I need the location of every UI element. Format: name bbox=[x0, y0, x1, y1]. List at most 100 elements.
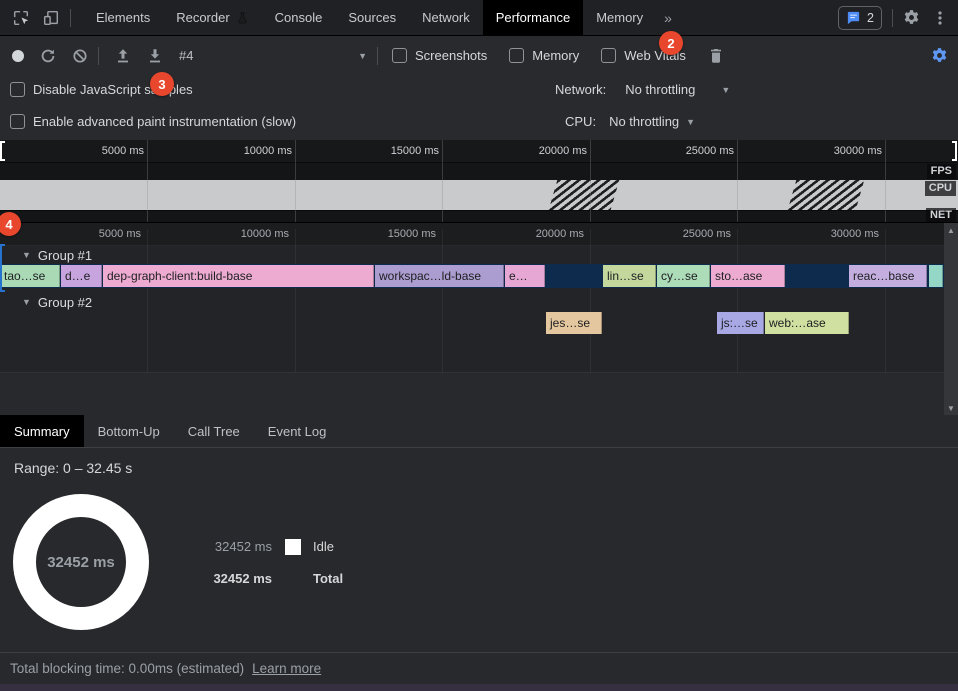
group-header[interactable]: ▼Group #1 bbox=[0, 246, 944, 264]
tab-network[interactable]: Network bbox=[409, 0, 483, 36]
devtools-window: Elements Recorder ConsoleSources Network Per… bbox=[0, 0, 958, 691]
fps-lane-label: FPS bbox=[927, 164, 956, 179]
network-throttle-select[interactable]: No throttling bbox=[625, 82, 695, 97]
scroll-down-icon[interactable]: ▼ bbox=[947, 404, 955, 413]
overview-right-handle[interactable] bbox=[952, 141, 957, 161]
overview-grid-line bbox=[885, 140, 886, 222]
details-tab-summary[interactable]: Summary bbox=[0, 415, 84, 447]
issues-chat-chip[interactable]: 2 bbox=[838, 6, 882, 30]
flame-event-bar[interactable]: js:…se bbox=[717, 312, 764, 334]
divider bbox=[98, 47, 99, 65]
overview-left-handle[interactable] bbox=[0, 141, 5, 161]
flame-tick-label: 15000 ms bbox=[352, 223, 436, 246]
trash-icon[interactable] bbox=[708, 48, 724, 64]
overview-grid-line bbox=[147, 140, 148, 222]
overview-ruler: 5000 ms10000 ms15000 ms20000 ms25000 ms3… bbox=[0, 140, 958, 163]
flame-event-bar[interactable]: jes…se bbox=[546, 312, 602, 334]
overview-grid-line bbox=[442, 140, 443, 222]
panel-tabs: Elements Recorder ConsoleSources Network Per… bbox=[83, 0, 656, 36]
legend-value: 32452 ms bbox=[207, 571, 272, 586]
flame-event-bar[interactable]: reac…base bbox=[849, 265, 927, 287]
flame-event-bar[interactable]: tao…se bbox=[0, 265, 60, 287]
tab-console[interactable]: Console bbox=[262, 0, 336, 36]
inspect-icon[interactable] bbox=[12, 9, 30, 27]
details-tab-bottom-up[interactable]: Bottom-Up bbox=[84, 415, 174, 447]
range-label: Range: 0 – 32.45 s bbox=[14, 460, 132, 476]
capture-settings-gear-icon[interactable] bbox=[931, 47, 948, 64]
group-header[interactable]: ▼ Group #2 bbox=[0, 293, 944, 311]
overview-grid-line bbox=[737, 140, 738, 222]
save-profile-icon[interactable] bbox=[147, 48, 163, 64]
flame-tick-label: 10000 ms bbox=[205, 223, 289, 246]
flame-event-bar[interactable]: d…e bbox=[61, 265, 102, 287]
flame-event-bar[interactable]: web:…ase bbox=[765, 312, 849, 334]
checkbox-label: Memory bbox=[532, 48, 579, 63]
learn-more-link[interactable]: Learn more bbox=[252, 661, 321, 676]
tab-label: Memory bbox=[596, 10, 643, 25]
flame-scrollbar[interactable]: ▲ ▼ bbox=[944, 223, 958, 416]
chevron-down-icon[interactable]: ▼ bbox=[721, 85, 730, 95]
load-profile-icon[interactable] bbox=[115, 48, 131, 64]
tab-sources[interactable]: Sources bbox=[335, 0, 409, 36]
checkbox-box bbox=[509, 48, 524, 63]
checkbox-box bbox=[10, 82, 25, 97]
tab-elements[interactable]: Elements bbox=[83, 0, 163, 36]
more-options-icon[interactable] bbox=[932, 10, 948, 26]
footer-bar: Total blocking time: 0.00ms (estimated) … bbox=[0, 652, 958, 684]
flame-event-bar[interactable] bbox=[929, 265, 943, 287]
memory-checkbox[interactable]: Memory bbox=[509, 48, 579, 63]
group-name: Group #2 bbox=[38, 295, 92, 310]
total-blocking-time-text: Total blocking time: 0.00ms (estimated) bbox=[10, 661, 244, 676]
tab-performance[interactable]: Performance bbox=[483, 0, 583, 36]
flame-event-bar[interactable]: sto…ase bbox=[711, 265, 785, 287]
beaker-icon bbox=[236, 11, 249, 25]
more-tabs-chevron[interactable]: » bbox=[656, 10, 680, 26]
desktop-strip bbox=[0, 684, 958, 691]
tab-recorder[interactable]: Recorder bbox=[163, 0, 261, 36]
divider bbox=[892, 9, 893, 27]
settings-gear-icon[interactable] bbox=[903, 9, 920, 26]
clear-icon[interactable] bbox=[72, 48, 88, 64]
details-tab-event-log[interactable]: Event Log bbox=[254, 415, 341, 447]
flame-chart[interactable]: 5000 ms10000 ms15000 ms20000 ms25000 ms3… bbox=[0, 222, 958, 415]
flame-lower-pane bbox=[0, 372, 944, 416]
tab-memory[interactable]: Memory bbox=[583, 0, 656, 36]
scroll-up-icon[interactable]: ▲ bbox=[947, 226, 955, 235]
overview-cpu-band bbox=[0, 180, 958, 210]
chevron-down-icon[interactable]: ▼ bbox=[686, 117, 695, 127]
timeline-overview[interactable]: 5000 ms10000 ms15000 ms20000 ms25000 ms3… bbox=[0, 140, 958, 222]
checkbox-label: Screenshots bbox=[415, 48, 487, 63]
triangle-down-icon[interactable]: ▼ bbox=[22, 250, 31, 260]
net-lane-label: NET bbox=[926, 208, 956, 223]
details-tab-call-tree[interactable]: Call Tree bbox=[174, 415, 254, 447]
capture-options: Disable JavaScript samples Enable advanc… bbox=[0, 75, 958, 140]
overview-tick-label: 30000 ms bbox=[798, 140, 882, 163]
cpu-throttle-select[interactable]: No throttling bbox=[609, 114, 679, 129]
divider bbox=[70, 9, 71, 27]
cpu-throttle-label: CPU: bbox=[565, 114, 596, 129]
summary-pane: Range: 0 – 32.45 s 32452 ms 32452 msIdle… bbox=[0, 448, 958, 652]
screenshots-checkbox[interactable]: Screenshots bbox=[392, 48, 487, 63]
paint-instrumentation-checkbox[interactable]: Enable advanced paint instrumentation (s… bbox=[10, 114, 296, 129]
flame-event-bar[interactable]: workspac…ld-base bbox=[375, 265, 504, 287]
performance-toolbar: #4 ▼ ScreenshotsMemoryWeb Vitals bbox=[0, 36, 958, 75]
history-dropdown[interactable]: #4 ▼ bbox=[179, 48, 367, 63]
flame-tick-label: 25000 ms bbox=[647, 223, 731, 246]
tab-label: Recorder bbox=[176, 10, 229, 25]
paint-instrumentation-label: Enable advanced paint instrumentation (s… bbox=[33, 114, 296, 129]
donut-total-label: 32452 ms bbox=[13, 494, 149, 630]
device-toolbar-icon[interactable] bbox=[42, 9, 60, 27]
checkbox-box bbox=[392, 48, 407, 63]
divider bbox=[377, 47, 378, 65]
reload-and-record-icon[interactable] bbox=[40, 48, 56, 64]
flame-event-bar[interactable]: cy…se bbox=[657, 265, 710, 287]
flame-event-bar[interactable]: lin…se bbox=[603, 265, 656, 287]
flame-event-bar[interactable]: e… bbox=[505, 265, 545, 287]
tab-label: Network bbox=[422, 10, 470, 25]
chat-count: 2 bbox=[867, 11, 874, 25]
triangle-down-icon[interactable]: ▼ bbox=[22, 297, 31, 307]
flame-event-bar[interactable]: dep-graph-client:build-base bbox=[103, 265, 374, 287]
details-tabbar: SummaryBottom-UpCall TreeEvent Log bbox=[0, 415, 958, 448]
record-icon[interactable] bbox=[12, 50, 24, 62]
overview-tick-label: 20000 ms bbox=[503, 140, 587, 163]
